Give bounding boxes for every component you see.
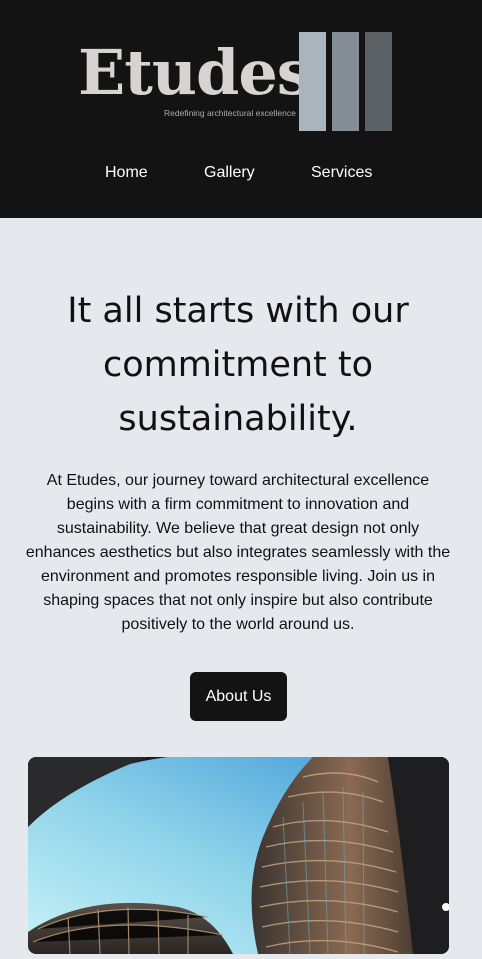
architecture-hero-image	[28, 757, 449, 954]
intro-paragraph: At Etudes, our journey toward architectu…	[25, 472, 451, 633]
nav-link-home[interactable]: Home	[105, 164, 148, 182]
logo-bar-light	[299, 32, 326, 131]
page-headline: It all starts with our commitment to sus…	[67, 291, 409, 439]
logo-tagline: Redefining architectural excellence	[164, 108, 296, 118]
logo-bar-medium	[332, 32, 359, 131]
nav-link-gallery[interactable]: Gallery	[204, 164, 255, 182]
site-header: Etudes Redefining architectural excellen…	[0, 0, 482, 218]
about-us-button[interactable]: About Us	[190, 672, 287, 721]
main-nav: Home Gallery Services	[0, 164, 482, 186]
logo-wordmark: Etudes	[78, 36, 312, 109]
etudes-logo[interactable]: Etudes Redefining architectural excellen…	[78, 30, 398, 132]
nav-link-services[interactable]: Services	[311, 164, 372, 182]
logo-bar-dark	[365, 32, 392, 131]
